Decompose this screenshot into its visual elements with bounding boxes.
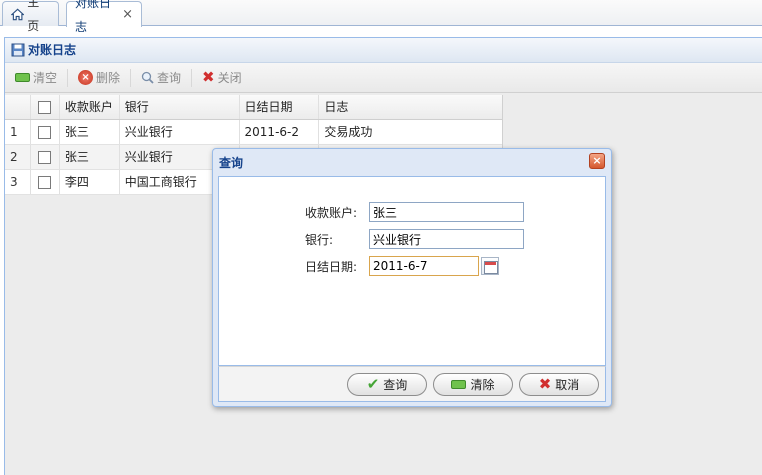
header-account[interactable]: 收款账户 — [60, 95, 120, 119]
dialog-body: 收款账户: 银行: 日结日期: — [218, 176, 606, 366]
header-log[interactable]: 日志 — [319, 95, 502, 119]
dialog-title[interactable]: 查询 — [218, 153, 606, 173]
tab-home[interactable]: 主页 — [2, 0, 59, 33]
row-number: 2 — [5, 145, 31, 169]
dialog-cancel-label: 取消 — [555, 377, 580, 392]
row-log: 交易成功 — [324, 125, 373, 139]
close-button[interactable]: ✖ 关闭 — [198, 67, 246, 89]
row-number: 3 — [5, 170, 31, 194]
dialog-clear-label: 清除 — [470, 377, 495, 392]
row-bank: 兴业银行 — [120, 120, 240, 144]
date-input[interactable] — [369, 256, 479, 276]
tab-home-label: 主页 — [27, 0, 40, 33]
row-account: 张三 — [60, 145, 120, 169]
bank-label: 银行: — [305, 232, 334, 247]
row-checkbox[interactable] — [38, 150, 52, 164]
clear-icon — [15, 73, 30, 82]
dialog-clear-button[interactable]: 清除 — [433, 372, 513, 396]
tab-reconciliation-log-label: 对账日志 — [75, 0, 112, 34]
delete-button-label: 删除 — [96, 71, 121, 85]
check-icon: ✔ — [366, 374, 380, 393]
close-icon: ✖ — [202, 68, 215, 86]
toolbar-separator — [67, 68, 69, 87]
table-row[interactable]: 1 张三 兴业银行 2011-6-2 交易成功 — [5, 120, 502, 145]
close-button-label: 关闭 — [217, 71, 242, 85]
delete-icon: × — [78, 70, 94, 85]
home-icon — [11, 8, 25, 20]
toolbar: 清空 × 删除 查询 ✖ 关闭 — [5, 63, 762, 93]
calendar-icon[interactable] — [481, 257, 499, 275]
delete-button[interactable]: × 删除 — [74, 67, 124, 89]
row-account: 张三 — [60, 120, 120, 144]
header-select-all — [31, 95, 60, 119]
row-checkbox[interactable] — [38, 125, 52, 139]
dialog-footer: ✔ 查询 清除 ✖ 取消 — [218, 366, 606, 402]
toolbar-separator — [130, 68, 132, 87]
row-date: 2011-6-2 — [240, 120, 320, 144]
dialog-query-label: 查询 — [383, 377, 408, 392]
clear-icon — [451, 379, 467, 389]
dialog-query-button[interactable]: ✔ 查询 — [347, 372, 427, 396]
tab-bar: 主页 对账日志 × — [0, 0, 762, 34]
tab-reconciliation-log[interactable]: 对账日志 × — [66, 0, 142, 34]
select-all-checkbox[interactable] — [38, 100, 52, 114]
header-row-number — [5, 95, 31, 119]
dialog-cancel-button[interactable]: ✖ 取消 — [519, 372, 599, 396]
form-row-account: 收款账户: — [305, 202, 524, 222]
header-date[interactable]: 日结日期 — [240, 95, 320, 119]
form-row-bank: 银行: — [305, 229, 524, 249]
toolbar-separator — [191, 68, 193, 87]
grid-header: 收款账户 银行 日结日期 日志 — [5, 95, 502, 120]
save-icon — [11, 43, 25, 57]
clear-button[interactable]: 清空 — [11, 67, 61, 89]
dialog-close-icon[interactable]: × — [589, 153, 605, 169]
query-dialog: 查询 × 收款账户: 银行: 日结日期: ✔ 查询 清除 ✖ 取消 — [212, 148, 612, 407]
row-number: 1 — [5, 120, 31, 144]
panel-title: 对账日志 — [28, 43, 77, 57]
bank-input[interactable] — [369, 229, 524, 249]
account-label: 收款账户: — [305, 205, 358, 220]
date-label: 日结日期: — [305, 259, 358, 274]
query-button-label: 查询 — [157, 71, 182, 85]
row-select — [31, 120, 60, 144]
row-select — [31, 170, 60, 194]
tab-close-icon[interactable]: × — [122, 3, 133, 27]
header-bank[interactable]: 银行 — [120, 95, 240, 119]
query-button[interactable]: 查询 — [137, 67, 185, 89]
clear-button-label: 清空 — [33, 71, 58, 85]
row-account: 李四 — [60, 170, 120, 194]
account-input[interactable] — [369, 202, 524, 222]
form-row-date: 日结日期: — [305, 256, 499, 276]
panel-header: 对账日志 — [5, 38, 762, 63]
row-select — [31, 145, 60, 169]
row-checkbox[interactable] — [38, 175, 52, 189]
cancel-icon: ✖ — [538, 374, 552, 393]
search-icon — [141, 71, 154, 84]
